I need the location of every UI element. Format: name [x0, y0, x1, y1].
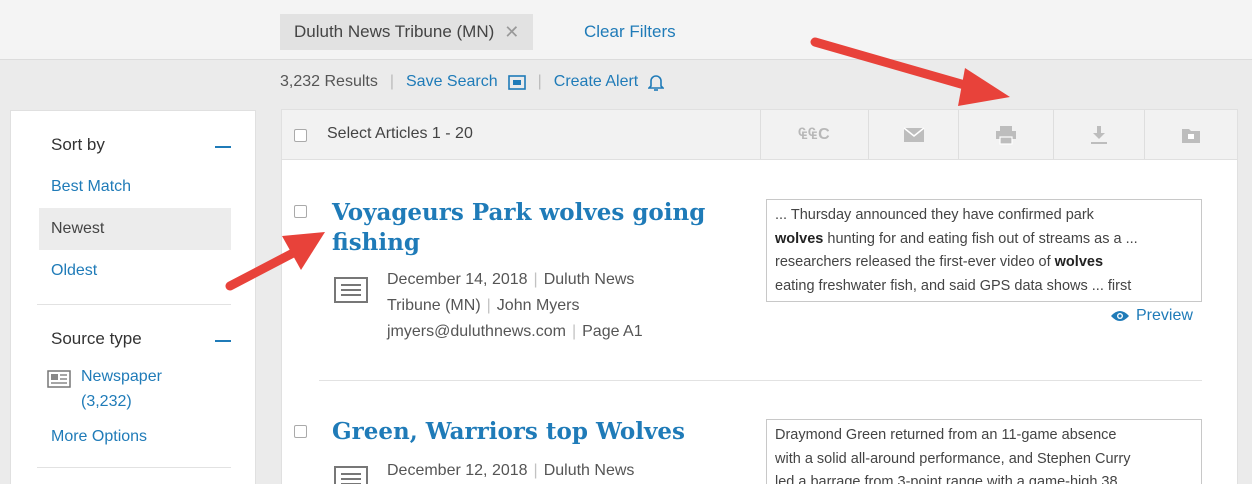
snippet-line: wolves hunting for and eating fish out o… [775, 228, 1193, 252]
sort-by-heading: Sort by [51, 135, 105, 154]
select-all-checkbox[interactable] [294, 129, 307, 142]
article-date: December 12, 2018 [387, 462, 528, 479]
article-source: Tribune (MN) [387, 297, 481, 314]
article-checkbox[interactable] [294, 205, 307, 218]
more-options-link[interactable]: More Options [51, 428, 147, 446]
article-metadata: December 14, 2018 | Duluth News Tribune (M… [387, 267, 717, 345]
print-icon [996, 125, 1016, 145]
divider [37, 467, 231, 468]
article-source: Duluth News [543, 271, 635, 288]
article-date: December 14, 2018 [387, 271, 528, 288]
article-source: Duluth News [543, 462, 635, 479]
result-divider [319, 380, 1202, 381]
snippet-highlight: wolves [1054, 254, 1104, 270]
article-page: Page A1 [582, 323, 643, 340]
cite-icon: ₠₠C [798, 125, 831, 143]
divider [37, 304, 231, 305]
snippet-line: with a solid all-around performance, and… [775, 450, 1131, 467]
article-author: John Myers [496, 297, 580, 314]
article-metadata: December 12, 2018 | Duluth News [387, 458, 717, 484]
download-icon [1091, 125, 1107, 144]
filter-chip-source[interactable]: Duluth News Tribune (MN) ✕ [280, 14, 534, 50]
separator: | [571, 323, 577, 340]
source-option-count[interactable]: (3,232) [81, 393, 132, 411]
save-search-link[interactable]: Save Search [406, 73, 498, 91]
newspaper-icon [334, 277, 368, 303]
preview-label: Preview [1136, 307, 1193, 324]
clear-filters-link[interactable]: Clear Filters [584, 22, 676, 42]
download-button[interactable] [1053, 110, 1144, 159]
snippet-highlight: wolves [775, 230, 824, 247]
article-title-link[interactable]: Voyageurs Park wolves going fishing [332, 198, 705, 258]
select-articles-label: Select Articles 1 - 20 [327, 125, 473, 142]
separator: | [537, 73, 542, 90]
snippet-line: Draymond Green returned from an 11-game … [775, 427, 1117, 443]
source-option-newspaper[interactable]: Newspaper [81, 368, 162, 386]
article-snippet: Draymond Green returned from an 11-game … [766, 419, 1202, 484]
snippet-text: hunting for and eating fish out of strea… [823, 230, 1138, 247]
save-search-icon[interactable] [507, 74, 526, 90]
sort-option-best-match[interactable]: Best Match [51, 178, 131, 196]
snippet-line: ... Thursday announced they have confirm… [775, 207, 1094, 223]
filter-bar: Duluth News Tribune (MN) ✕ Clear Filters [0, 0, 1252, 60]
eye-icon [1111, 311, 1129, 321]
collapse-minus-icon[interactable] [215, 340, 231, 342]
newspaper-icon [334, 466, 368, 484]
results-count: 3,232 Results [280, 73, 378, 90]
separator: | [533, 271, 538, 288]
article-author-email: jmyers@duluthnews.com [387, 323, 566, 340]
article-title-line: Voyageurs Park wolves going [332, 199, 706, 226]
snippet-text: researchers released the first-ever vide… [775, 254, 1055, 270]
separator: | [533, 462, 538, 479]
article-checkbox[interactable] [294, 425, 307, 438]
source-type-heading: Source type [51, 329, 142, 348]
snippet-line: eating freshwater fish, and said GPS dat… [775, 277, 1132, 294]
results-panel: Select Articles 1 - 20 ₠₠C Voyageurs Par… [281, 109, 1238, 484]
newspaper-icon [47, 370, 71, 393]
snippet-line: led a barrage from 3-point range with a … [775, 474, 1118, 484]
sort-option-newest[interactable]: Newest [39, 208, 231, 250]
results-summary: 3,232 Results | Save Search | Create Ale… [280, 73, 665, 91]
collapse-minus-icon[interactable] [215, 146, 231, 148]
article-snippet: ... Thursday announced they have confirm… [766, 199, 1202, 302]
results-toolbar: Select Articles 1 - 20 ₠₠C [282, 110, 1237, 160]
filter-sidebar: Sort by Best Match Newest Oldest Source … [10, 110, 256, 484]
cite-button[interactable]: ₠₠C [760, 110, 868, 159]
preview-button[interactable]: Preview [1110, 307, 1193, 325]
print-button[interactable] [958, 110, 1053, 159]
separator: | [486, 297, 491, 314]
email-icon [903, 126, 924, 142]
create-alert-link[interactable]: Create Alert [554, 73, 638, 91]
separator: | [389, 73, 394, 90]
save-folder-icon [1182, 128, 1200, 143]
bell-icon[interactable] [648, 74, 665, 91]
sort-option-oldest[interactable]: Oldest [51, 262, 97, 280]
save-folder-button[interactable] [1144, 110, 1237, 159]
close-icon[interactable]: ✕ [504, 22, 519, 43]
snippet-line: researchers released the first-ever vide… [775, 251, 1193, 275]
article-title-link[interactable]: Green, Warriors top Wolves [332, 417, 685, 447]
email-button[interactable] [868, 110, 958, 159]
article-title-line: fishing [332, 229, 420, 256]
filter-chip-label: Duluth News Tribune (MN) [294, 22, 495, 41]
